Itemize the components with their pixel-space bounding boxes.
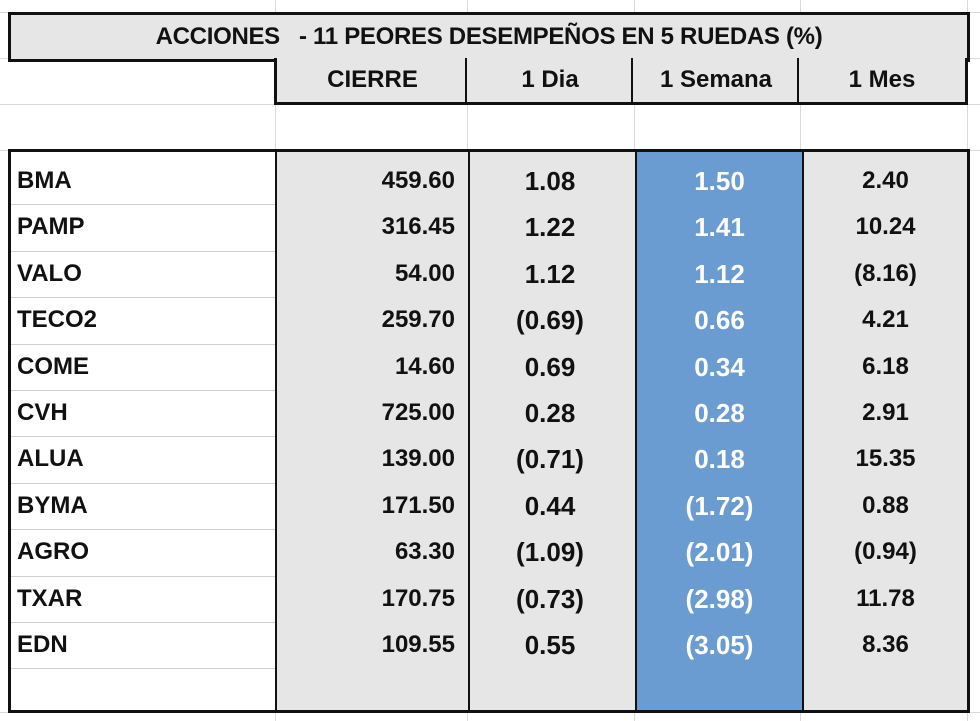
ticker-cell: TECO2 (17, 306, 98, 334)
semana-cell: (3.05) (685, 630, 754, 660)
row-divider (11, 668, 275, 670)
mes-cell: 8.36 (862, 631, 909, 658)
mes-cell: 2.40 (862, 167, 909, 194)
cierre-cell: 170.75 (381, 584, 455, 612)
mes-cell: 10.24 (855, 213, 916, 241)
table-row: EDN 109.55 0.55 (3.05) 8.36 (11, 622, 967, 668)
data-table: BMA 459.60 1.08 1.50 2.40 PAMP 316.45 1.22 1.41 1… (8, 149, 970, 713)
ticker-cell: COME (17, 352, 89, 380)
table-row: CVH 725.00 0.28 0.28 2.91 (11, 390, 967, 436)
semana-cell: 0.34 (694, 351, 745, 382)
dia-cell: 0.44 (524, 490, 576, 521)
cierre-cell: 54.00 (394, 259, 455, 287)
cierre-cell: 171.50 (381, 491, 455, 519)
table-row: TXAR 170.75 (0.73) (2.98) 11.78 (11, 576, 967, 622)
dia-cell: 0.55 (524, 630, 576, 660)
dia-cell: 0.69 (524, 351, 576, 382)
cierre-cell: 725.00 (381, 399, 455, 426)
ticker-cell: AGRO (17, 538, 89, 566)
mes-cell: 0.88 (862, 491, 909, 519)
mes-cell: 2.91 (862, 399, 909, 426)
cierre-cell: 14.60 (394, 352, 455, 380)
dia-cell: 1.12 (524, 258, 576, 289)
table-row: AGRO 63.30 (1.09) (2.01) (0.94) (11, 529, 967, 575)
dia-cell: 1.08 (524, 166, 576, 196)
dia-cell: (0.71) (516, 444, 584, 475)
ticker-cell: CVH (17, 399, 68, 426)
semana-cell: (1.72) (685, 490, 754, 521)
ticker-cell: TXAR (17, 584, 83, 612)
cierre-cell: 139.00 (381, 445, 455, 473)
ticker-cell: ALUA (17, 445, 84, 473)
dia-cell: 0.28 (524, 398, 576, 428)
header-1-dia: 1 Dia (465, 58, 633, 105)
table-row: COME 14.60 0.69 0.34 6.18 (11, 344, 967, 390)
ticker-cell: PAMP (17, 213, 85, 241)
ticker-cell: BYMA (17, 491, 88, 519)
dia-cell: (0.73) (516, 583, 584, 614)
mes-cell: (8.16) (854, 259, 917, 287)
ticker-cell: EDN (17, 631, 68, 658)
semana-cell: (2.01) (685, 537, 754, 568)
mes-cell: 15.35 (855, 445, 916, 473)
ticker-cell: VALO (17, 259, 82, 287)
table-row: BMA 459.60 1.08 1.50 2.40 (11, 158, 967, 204)
table-row: ALUA 139.00 (0.71) 0.18 15.35 (11, 436, 967, 482)
header-cierre: CIERRE (274, 58, 468, 105)
ticker-cell: BMA (17, 167, 72, 194)
header-1-semana: 1 Semana (631, 58, 799, 105)
table-row: VALO 54.00 1.12 1.12 (8.16) (11, 251, 967, 297)
semana-cell: 0.18 (694, 444, 745, 475)
semana-cell: 1.50 (694, 166, 745, 196)
cierre-cell: 316.45 (381, 213, 455, 241)
cierre-cell: 109.55 (381, 631, 455, 658)
mes-cell: 6.18 (862, 352, 909, 380)
semana-cell: (2.98) (685, 583, 754, 614)
semana-cell: 1.12 (694, 258, 745, 289)
semana-cell: 1.41 (694, 212, 745, 243)
cierre-cell: 459.60 (381, 167, 455, 194)
semana-cell: 0.28 (694, 398, 745, 428)
semana-cell: 0.66 (694, 305, 745, 336)
dia-cell: (1.09) (516, 537, 584, 568)
cierre-cell: 259.70 (381, 306, 455, 334)
table-row: TECO2 259.70 (0.69) 0.66 4.21 (11, 297, 967, 343)
mes-cell: 11.78 (856, 584, 915, 612)
table-row: BYMA 171.50 0.44 (1.72) 0.88 (11, 483, 967, 529)
mes-cell: 4.21 (862, 306, 909, 334)
table-title-text: ACCIONES - 11 PEORES DESEMPEÑOS EN 5 RUE… (155, 23, 823, 50)
dia-cell: 1.22 (524, 212, 576, 243)
table-row: PAMP 316.45 1.22 1.41 10.24 (11, 204, 967, 250)
mes-cell: (0.94) (854, 538, 917, 566)
cierre-cell: 63.30 (394, 538, 455, 566)
table-title: ACCIONES - 11 PEORES DESEMPEÑOS EN 5 RUE… (8, 12, 970, 62)
header-1-mes: 1 Mes (797, 58, 968, 105)
dia-cell: (0.69) (516, 305, 584, 336)
